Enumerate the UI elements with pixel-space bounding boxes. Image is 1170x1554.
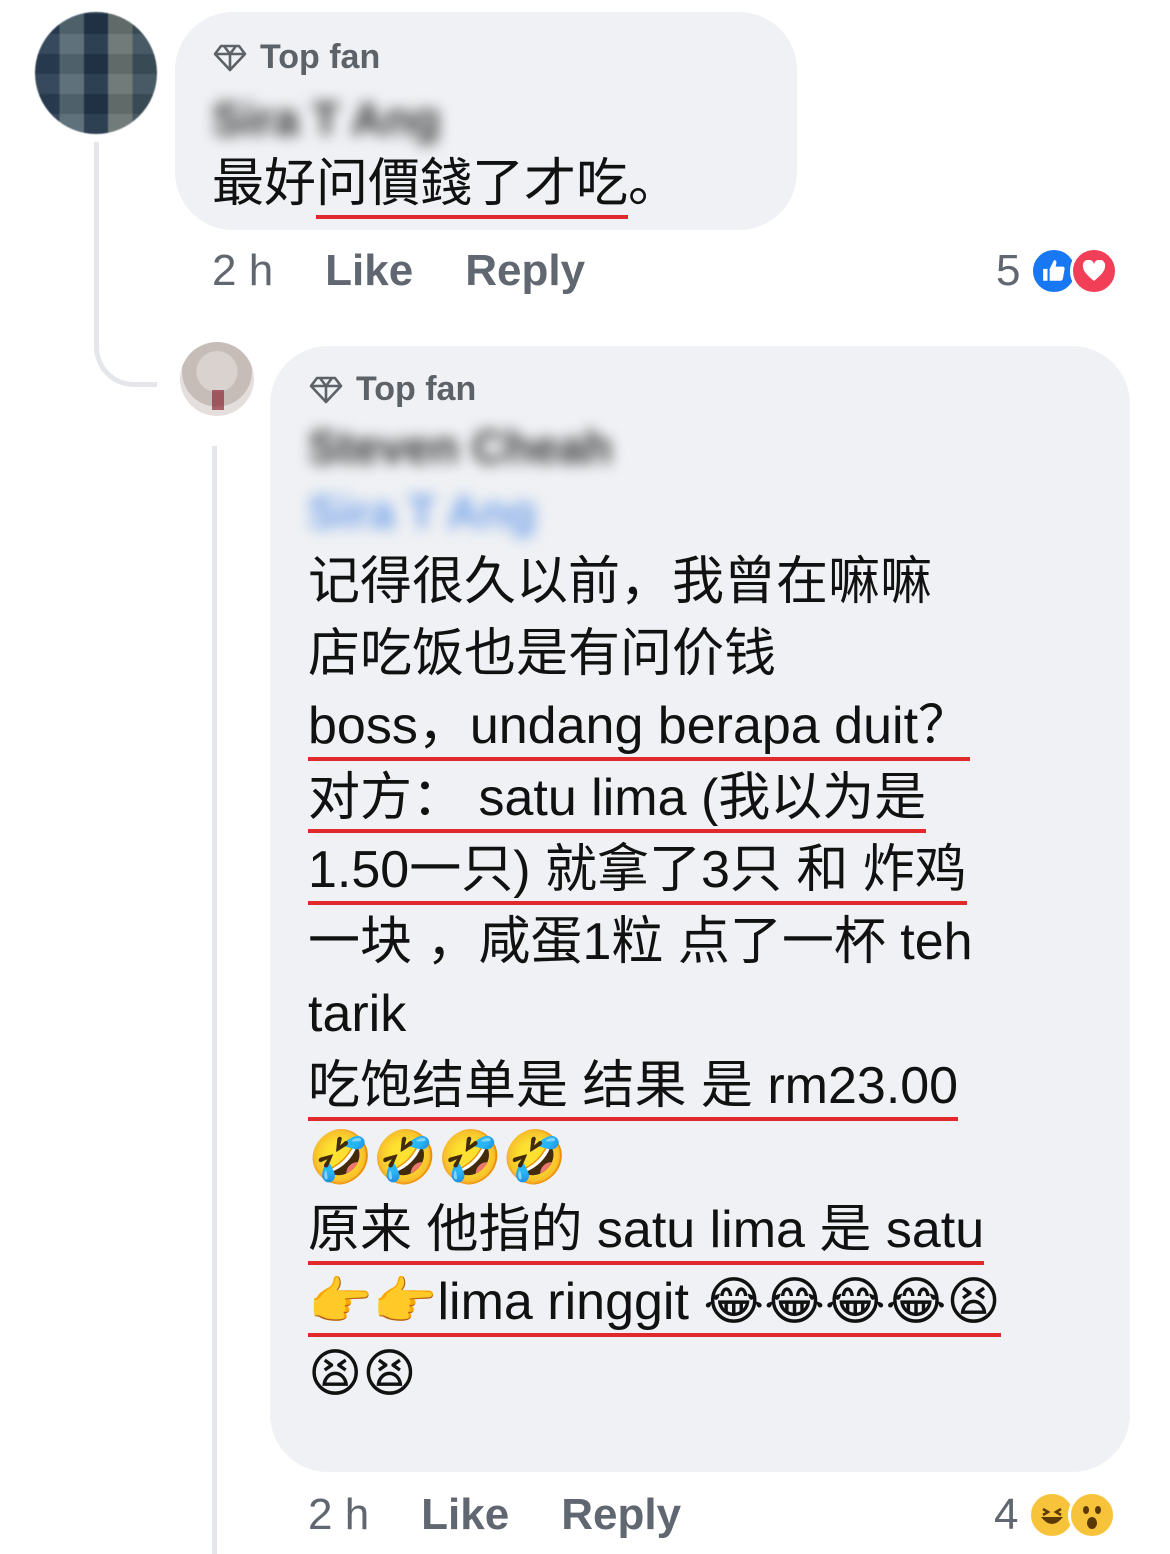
reply-line: 一块 ，咸蛋1粒 点了一杯 teh <box>308 913 973 971</box>
reply-line: 🤣🤣🤣🤣 <box>308 1128 567 1188</box>
reply-reaction-summary[interactable]: 4 <box>994 1490 1117 1540</box>
comment-timestamp[interactable]: 2 h <box>212 246 273 296</box>
reaction-summary[interactable]: 5 <box>996 246 1119 296</box>
reply-line: 店吃饭也是有问价钱 <box>308 625 777 683</box>
comment-text-underlined: 问價錢了才吃 <box>316 155 629 219</box>
reply-line: 记得很久以前，我曾在嘛嘛 <box>308 553 933 611</box>
reply-line: 1.50一只) 就拿了3只 和 炸鸡 <box>308 834 1108 906</box>
diamond-icon <box>213 44 247 71</box>
commenter-avatar[interactable] <box>35 12 157 134</box>
top-fan-label: Top fan <box>356 370 477 408</box>
reaction-count: 5 <box>996 246 1021 295</box>
like-button[interactable]: Like <box>325 246 413 296</box>
top-fan-badge: Top fan <box>212 38 380 77</box>
comment-text-start: 最好 <box>212 155 317 213</box>
reply-line: 😫😫 <box>308 1344 417 1404</box>
reply-top-fan-badge: Top fan <box>308 370 476 409</box>
reply-line: 原来 他指的 satu lima 是 satu <box>308 1194 1108 1266</box>
reply-timestamp[interactable]: 2 h <box>308 1490 369 1540</box>
reply-line: tarik <box>308 985 407 1043</box>
reply-text: 记得很久以前，我曾在嘛嘛 店吃饭也是有问价钱 boss，undang berap… <box>308 546 1108 1410</box>
reply-like-button[interactable]: Like <box>421 1490 509 1540</box>
reply-thread-line <box>212 446 217 1554</box>
comment-actions: 2 h Like Reply <box>212 246 637 296</box>
comment-text: 最好问價錢了才吃。 <box>212 148 680 220</box>
reply-line: 👉👉lima ringgit 😂😂😂😂😫 <box>308 1266 1108 1338</box>
replier-name[interactable]: Steven Cheah <box>308 420 612 474</box>
top-fan-label: Top fan <box>260 38 381 76</box>
reply-line: 对方： satu lima (我以为是 <box>308 762 1108 834</box>
reply-line: boss，undang berapa duit？ <box>308 690 1108 762</box>
wow-reaction-icon <box>1068 1491 1117 1539</box>
reply-button[interactable]: Reply <box>465 246 585 296</box>
comment-text-end: 。 <box>628 155 681 213</box>
diamond-icon <box>309 376 343 403</box>
mention-tag[interactable]: Sira T Ang <box>308 485 536 539</box>
reply-line: 吃饱结单是 结果 是 rm23.00 <box>308 1050 1108 1122</box>
reply-reply-button[interactable]: Reply <box>561 1490 681 1540</box>
reply-actions: 2 h Like Reply <box>308 1490 733 1540</box>
love-reaction-icon <box>1070 247 1119 295</box>
replier-avatar[interactable] <box>180 342 254 416</box>
reaction-count: 4 <box>994 1490 1019 1539</box>
commenter-name[interactable]: Sira T Ang <box>212 92 440 146</box>
thread-connector <box>94 142 157 387</box>
